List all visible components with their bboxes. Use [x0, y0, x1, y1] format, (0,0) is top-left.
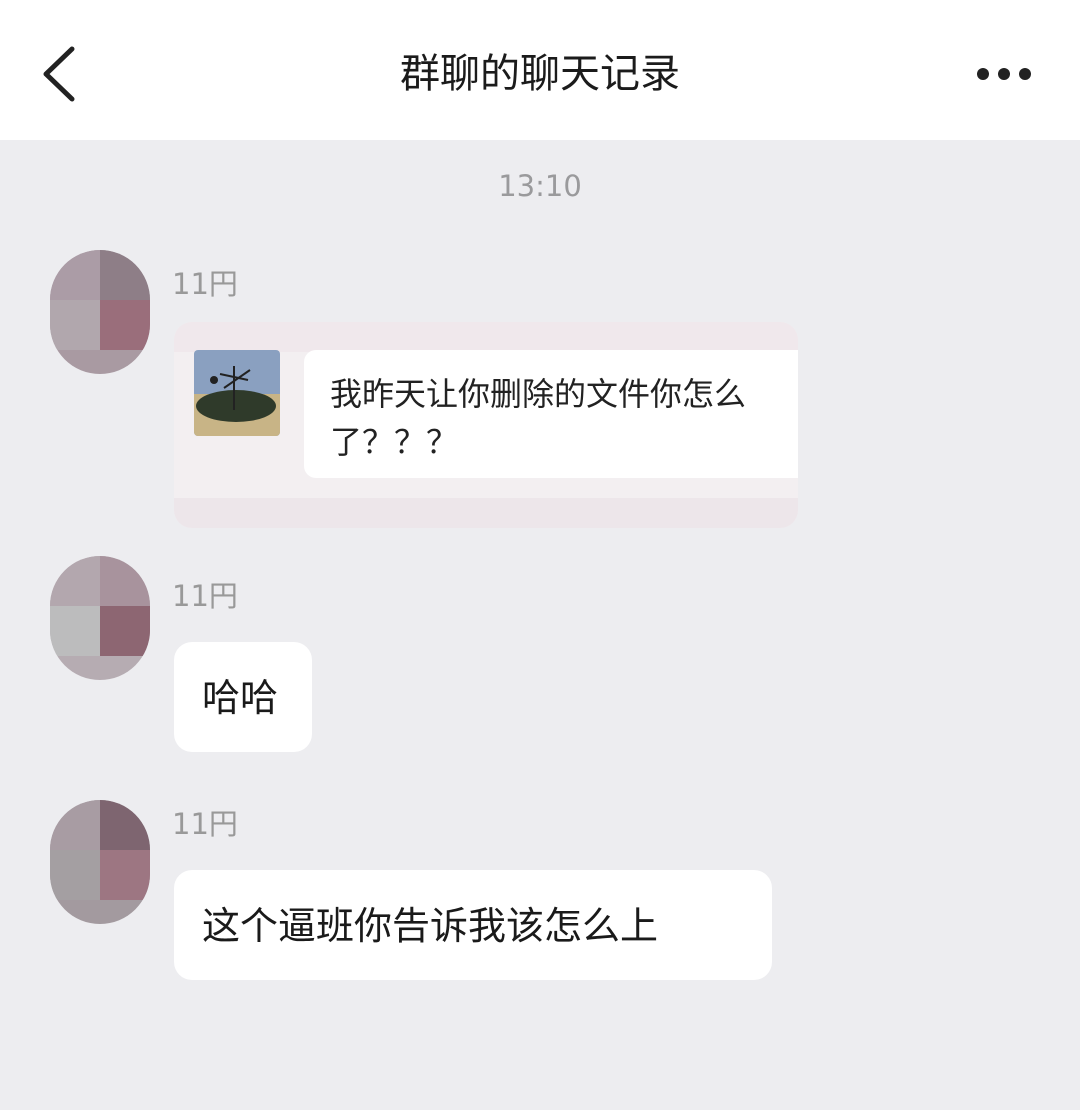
quoted-message-line: 我昨天让你删除的文件你怎么: [330, 375, 747, 413]
avatar[interactable]: [50, 556, 150, 680]
card-edge: [174, 322, 798, 352]
sender-name: 11円: [172, 579, 238, 613]
avatar[interactable]: [50, 250, 150, 374]
avatar[interactable]: [50, 800, 150, 924]
quoted-message-line: 了？？？: [330, 423, 459, 461]
nav-bar: 群聊的聊天记录: [0, 0, 1080, 140]
image-message[interactable]: 我昨天让你删除的文件你怎么 了？？？: [174, 322, 798, 528]
sender-name: 11円: [172, 807, 238, 841]
more-options-button[interactable]: [966, 50, 1042, 98]
message-bubble[interactable]: 这个逼班你告诉我该怎么上: [174, 870, 772, 980]
message-bubble[interactable]: 哈哈: [174, 642, 312, 752]
chat-timestamp: 13:10: [498, 169, 582, 203]
page-title: 群聊的聊天记录: [400, 51, 680, 97]
quoted-avatar-image: [194, 350, 280, 436]
card-edge: [174, 498, 798, 528]
quoted-message-bubble: 我昨天让你删除的文件你怎么 了？？？: [304, 350, 798, 478]
sender-name: 11円: [172, 267, 238, 301]
ellipsis-icon: [977, 68, 1031, 80]
